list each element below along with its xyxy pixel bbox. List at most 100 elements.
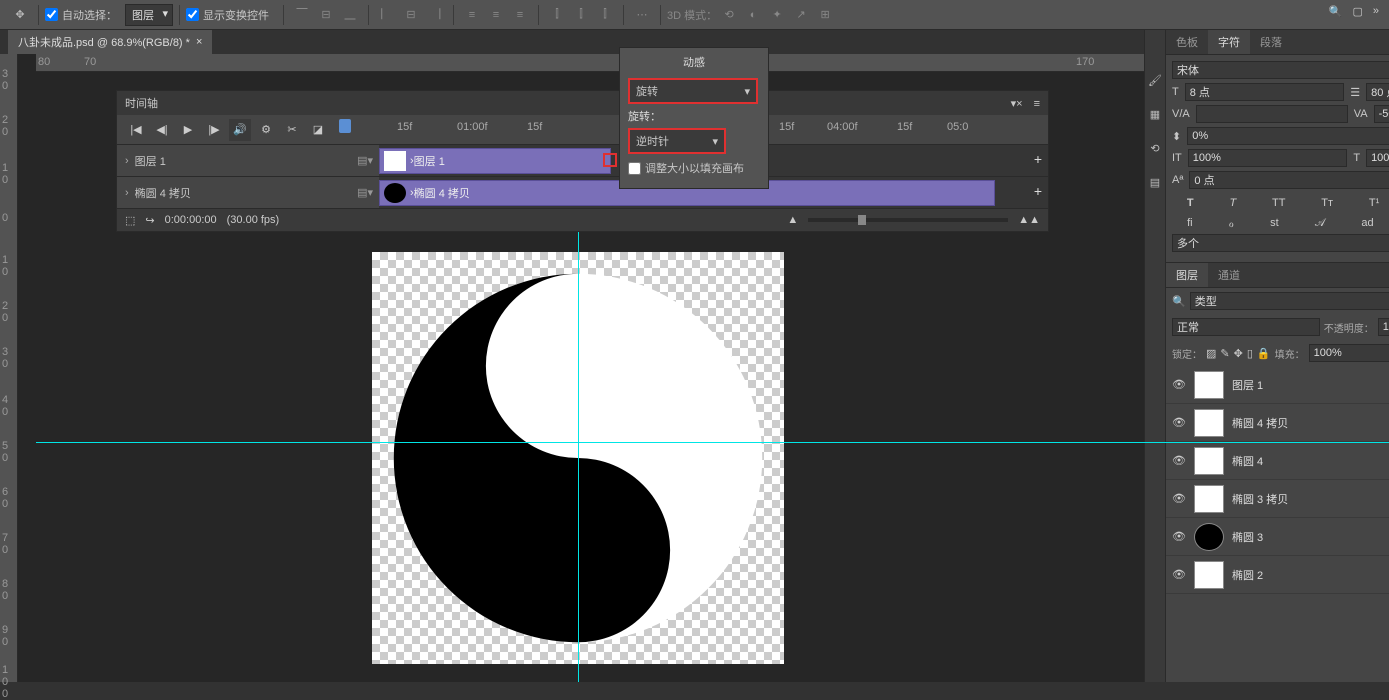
show-transform-checkbox[interactable]: 显示变换控件 bbox=[186, 7, 269, 23]
align-bottom-icon[interactable]: ⎽ bbox=[339, 4, 361, 26]
visibility-icon[interactable]: 👁 bbox=[1172, 378, 1186, 391]
rotation-direction-dropdown[interactable]: 逆时针 ▾ bbox=[628, 128, 726, 154]
distribute-left-icon[interactable]: ⫿ bbox=[546, 4, 568, 26]
track-options-icon[interactable]: ▤▾ bbox=[357, 186, 373, 199]
zoom-slider[interactable] bbox=[858, 215, 866, 225]
brush-presets-icon[interactable]: ▦ bbox=[1145, 104, 1165, 124]
search-icon[interactable]: 🔍 bbox=[1172, 295, 1186, 308]
tracking-input[interactable] bbox=[1374, 105, 1389, 123]
panel-menu-icon[interactable]: ≡ bbox=[1034, 98, 1040, 110]
play-icon[interactable]: ▶ bbox=[177, 119, 199, 141]
close-tab-icon[interactable]: × bbox=[196, 36, 202, 48]
font-family-dropdown[interactable] bbox=[1172, 61, 1389, 79]
zoom-in-icon[interactable]: ▲▲ bbox=[1018, 214, 1040, 226]
tab-character[interactable]: 字符 bbox=[1208, 30, 1250, 54]
convert-icon[interactable]: ⬚ bbox=[125, 214, 135, 227]
horizontal-guide[interactable] bbox=[36, 442, 1389, 443]
transition-icon[interactable]: ◪ bbox=[307, 119, 329, 141]
lock-position-icon[interactable]: ✥ bbox=[1234, 347, 1243, 360]
track-label[interactable]: › 图层 1 ▤▾ bbox=[117, 145, 379, 176]
auto-select-checkbox[interactable]: 自动选择： bbox=[45, 7, 117, 23]
playhead[interactable] bbox=[339, 119, 351, 133]
font-size-input[interactable] bbox=[1185, 83, 1345, 101]
zoom-out-icon[interactable]: ▲ bbox=[787, 214, 798, 226]
language-dropdown[interactable] bbox=[1172, 234, 1389, 252]
track-label[interactable]: › 椭圆 4 拷贝 ▤▾ bbox=[117, 177, 379, 208]
align-right-icon[interactable]: ⎹ bbox=[424, 4, 446, 26]
lock-all-icon[interactable]: 🔒 bbox=[1257, 347, 1271, 360]
settings-icon[interactable]: ⚙ bbox=[255, 119, 277, 141]
move-tool-icon[interactable]: ✥ bbox=[10, 5, 30, 25]
visibility-icon[interactable]: 👁 bbox=[1172, 568, 1186, 581]
distribute-hcenter-icon[interactable]: ⫿ bbox=[570, 4, 592, 26]
document-tab[interactable]: 八卦未成品.psd @ 68.9%(RGB/8) * × bbox=[8, 30, 212, 54]
layer-row[interactable]: 👁 椭圆 3 拷贝 bbox=[1166, 480, 1389, 518]
workspace-icon[interactable]: ▢ bbox=[1352, 5, 1362, 18]
blend-mode-dropdown[interactable] bbox=[1172, 318, 1320, 336]
lock-nest-icon[interactable]: ▯ bbox=[1247, 347, 1253, 360]
visibility-icon[interactable]: 👁 bbox=[1172, 492, 1186, 505]
add-clip-icon[interactable]: + bbox=[1034, 151, 1042, 167]
track-options-icon[interactable]: ▤▾ bbox=[357, 154, 373, 167]
align-vcenter-icon[interactable]: ⊟ bbox=[315, 4, 337, 26]
chevron-right-icon[interactable]: › bbox=[125, 187, 129, 199]
video-clip[interactable]: › 图层 1 bbox=[379, 148, 611, 174]
allcaps-icon[interactable]: TT bbox=[1272, 197, 1285, 209]
redo-icon[interactable]: ↪ bbox=[145, 214, 154, 227]
visibility-icon[interactable]: 👁 bbox=[1172, 454, 1186, 467]
discretionary-icon[interactable]: st bbox=[1270, 217, 1279, 230]
lock-transparency-icon[interactable]: ▨ bbox=[1206, 347, 1216, 360]
layer-filter-dropdown[interactable] bbox=[1190, 292, 1389, 310]
leading-input[interactable] bbox=[1366, 83, 1389, 101]
fi-ligature-icon[interactable]: fi bbox=[1187, 217, 1193, 230]
tab-swatches[interactable]: 色板 bbox=[1166, 30, 1208, 54]
align-hcenter-icon[interactable]: ⊟ bbox=[400, 4, 422, 26]
fill-input[interactable] bbox=[1309, 344, 1389, 362]
vscale-input[interactable] bbox=[1366, 149, 1389, 167]
history-icon[interactable]: ⟲ bbox=[1145, 138, 1165, 158]
bold-icon[interactable]: T bbox=[1187, 197, 1194, 209]
add-clip-icon[interactable]: + bbox=[1034, 183, 1042, 199]
layer-row[interactable]: 👁 椭圆 4 bbox=[1166, 442, 1389, 480]
layer-row[interactable]: 👁 椭圆 2 bbox=[1166, 556, 1389, 594]
motion-type-dropdown[interactable]: 旋转 ▾ bbox=[628, 78, 758, 104]
search-icon[interactable]: 🔍 bbox=[1329, 5, 1343, 18]
align-top-icon[interactable]: ⎺ bbox=[291, 4, 313, 26]
actions-icon[interactable]: ▤ bbox=[1145, 172, 1165, 192]
opacity-input[interactable] bbox=[1378, 318, 1389, 336]
tab-channels[interactable]: 通道 bbox=[1208, 263, 1250, 287]
italic-icon[interactable]: T bbox=[1229, 197, 1236, 209]
visibility-icon[interactable]: 👁 bbox=[1172, 530, 1186, 543]
tab-layers[interactable]: 图层 bbox=[1166, 263, 1208, 287]
distribute-bottom-icon[interactable]: ≡ bbox=[509, 4, 531, 26]
dock-menu-icon[interactable]: » bbox=[1373, 5, 1379, 18]
distribute-right-icon[interactable]: ⫿ bbox=[594, 4, 616, 26]
more-align-icon[interactable]: ⋯ bbox=[631, 4, 653, 26]
brush-panel-icon[interactable]: 🖌 bbox=[1145, 70, 1165, 90]
layer-row[interactable]: 👁 椭圆 3 bbox=[1166, 518, 1389, 556]
goto-start-icon[interactable]: |◀ bbox=[125, 119, 147, 141]
tsume-input[interactable] bbox=[1187, 127, 1389, 145]
lock-paint-icon[interactable]: ✎ bbox=[1220, 347, 1229, 360]
visibility-icon[interactable]: 👁 bbox=[1172, 416, 1186, 429]
auto-select-type[interactable]: 图层 bbox=[125, 4, 173, 26]
tab-paragraph[interactable]: 段落 bbox=[1250, 30, 1292, 54]
close-panel-icon[interactable]: ▾× bbox=[1011, 98, 1023, 110]
audio-icon[interactable]: 🔊 bbox=[229, 119, 251, 141]
superscript-icon[interactable]: T¹ bbox=[1369, 197, 1379, 209]
std-ligature-icon[interactable]: ℴ bbox=[1229, 217, 1234, 230]
distribute-top-icon[interactable]: ≡ bbox=[461, 4, 483, 26]
chevron-right-icon[interactable]: › bbox=[125, 155, 129, 167]
prev-frame-icon[interactable]: ◀| bbox=[151, 119, 173, 141]
swash-icon[interactable]: 𝒜 bbox=[1315, 217, 1325, 230]
split-icon[interactable]: ✂ bbox=[281, 119, 303, 141]
kerning-input[interactable] bbox=[1196, 105, 1348, 123]
align-left-icon[interactable]: ⎸ bbox=[376, 4, 398, 26]
layer-row[interactable]: 👁 椭圆 4 拷贝 bbox=[1166, 404, 1389, 442]
next-frame-icon[interactable]: |▶ bbox=[203, 119, 225, 141]
baseline-input[interactable] bbox=[1189, 171, 1389, 189]
hscale-input[interactable] bbox=[1188, 149, 1348, 167]
smallcaps-icon[interactable]: Tᴛ bbox=[1321, 197, 1333, 209]
layer-row[interactable]: 👁 图层 1 bbox=[1166, 366, 1389, 404]
resize-to-fill-checkbox[interactable]: 调整大小以填充画布 bbox=[620, 156, 768, 180]
